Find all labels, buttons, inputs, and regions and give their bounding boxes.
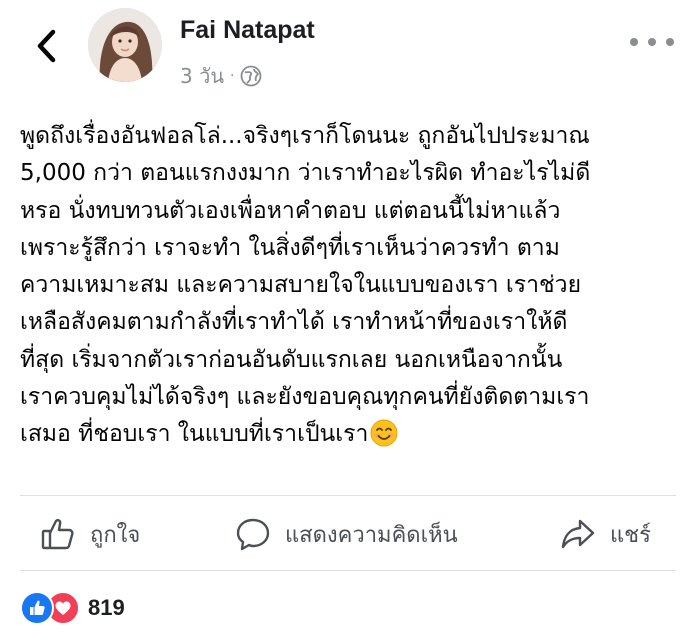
author-name[interactable]: Fai Natapat — [180, 16, 315, 45]
more-horizontal-icon-dot — [666, 38, 674, 46]
like-button[interactable]: ถูกใจ — [40, 514, 140, 554]
post-actions: ถูกใจ แสดงความคิดเห็น แชร์ — [0, 500, 696, 570]
avatar-image — [88, 8, 162, 82]
post-line: เสมอ ที่ชอบเรา ในแบบที่เราเป็นเรา — [20, 421, 369, 448]
meta-separator: · — [229, 68, 235, 84]
divider-top — [20, 495, 676, 496]
more-horizontal-icon-dot — [648, 38, 656, 46]
post-line: หรอ นั่งทบทวนตัวเองเพื่อหาคำตอบ แต่ตอนนี… — [20, 197, 561, 224]
post-line: พูดถึงเรื่องอันฟอลโล่...จริงๆเราก็โดนนะ … — [20, 123, 590, 149]
like-reaction-icon — [20, 591, 54, 625]
post-line: 5,000 กว่า ตอนแรกงงมาก ว่าเราทำอะไรผิด ท… — [20, 160, 591, 187]
thumbs-up-icon — [41, 519, 74, 550]
post-last-line: เสมอ ที่ชอบเรา ในแบบที่เราเป็นเรา — [20, 416, 680, 453]
post-line: ความเหมาะสม และความสบายใจในแบบของเรา เรา… — [20, 272, 582, 299]
smiling-face-emoji — [370, 419, 398, 447]
globe-icon[interactable] — [240, 65, 262, 87]
post-meta: 3 วัน · — [180, 60, 262, 92]
comment-icon — [236, 518, 270, 551]
reactions-summary[interactable]: 819 — [20, 590, 125, 626]
post-body: พูดถึงเรื่องอันฟอลโล่...จริงๆเราก็โดนนะ … — [20, 118, 680, 454]
divider-bottom — [20, 570, 676, 571]
post-header: Fai Natapat 3 วัน · — [0, 0, 696, 100]
chevron-left-icon — [37, 29, 56, 63]
post-line: เพราะรู้สึกว่า เราจะทำ ในสิ่งดีๆที่เราเห… — [20, 234, 560, 261]
more-horizontal-icon-dot — [630, 38, 638, 46]
post-time[interactable]: 3 วัน — [180, 60, 224, 92]
post-line: เราควบคุมไม่ได้จริงๆ และยังขอบคุณทุกคนที… — [20, 384, 590, 411]
share-label: แชร์ — [610, 522, 651, 548]
comment-button[interactable]: แสดงความคิดเห็น — [235, 514, 458, 554]
like-label: ถูกใจ — [90, 522, 141, 548]
post-line: ที่สุด เริ่มจากตัวเราก่อนอันดับแรกเลย นอ… — [20, 346, 563, 373]
comment-label: แสดงความคิดเห็น — [285, 522, 458, 548]
more-options-button[interactable] — [630, 32, 674, 52]
post-line: เหลือสังคมตามกำลังที่เราทำได้ เราทำหน้าท… — [20, 309, 568, 336]
back-button[interactable] — [26, 22, 66, 70]
share-icon — [561, 519, 595, 549]
share-button[interactable]: แชร์ — [560, 514, 651, 554]
reaction-count: 819 — [88, 595, 125, 620]
avatar[interactable] — [88, 8, 162, 82]
